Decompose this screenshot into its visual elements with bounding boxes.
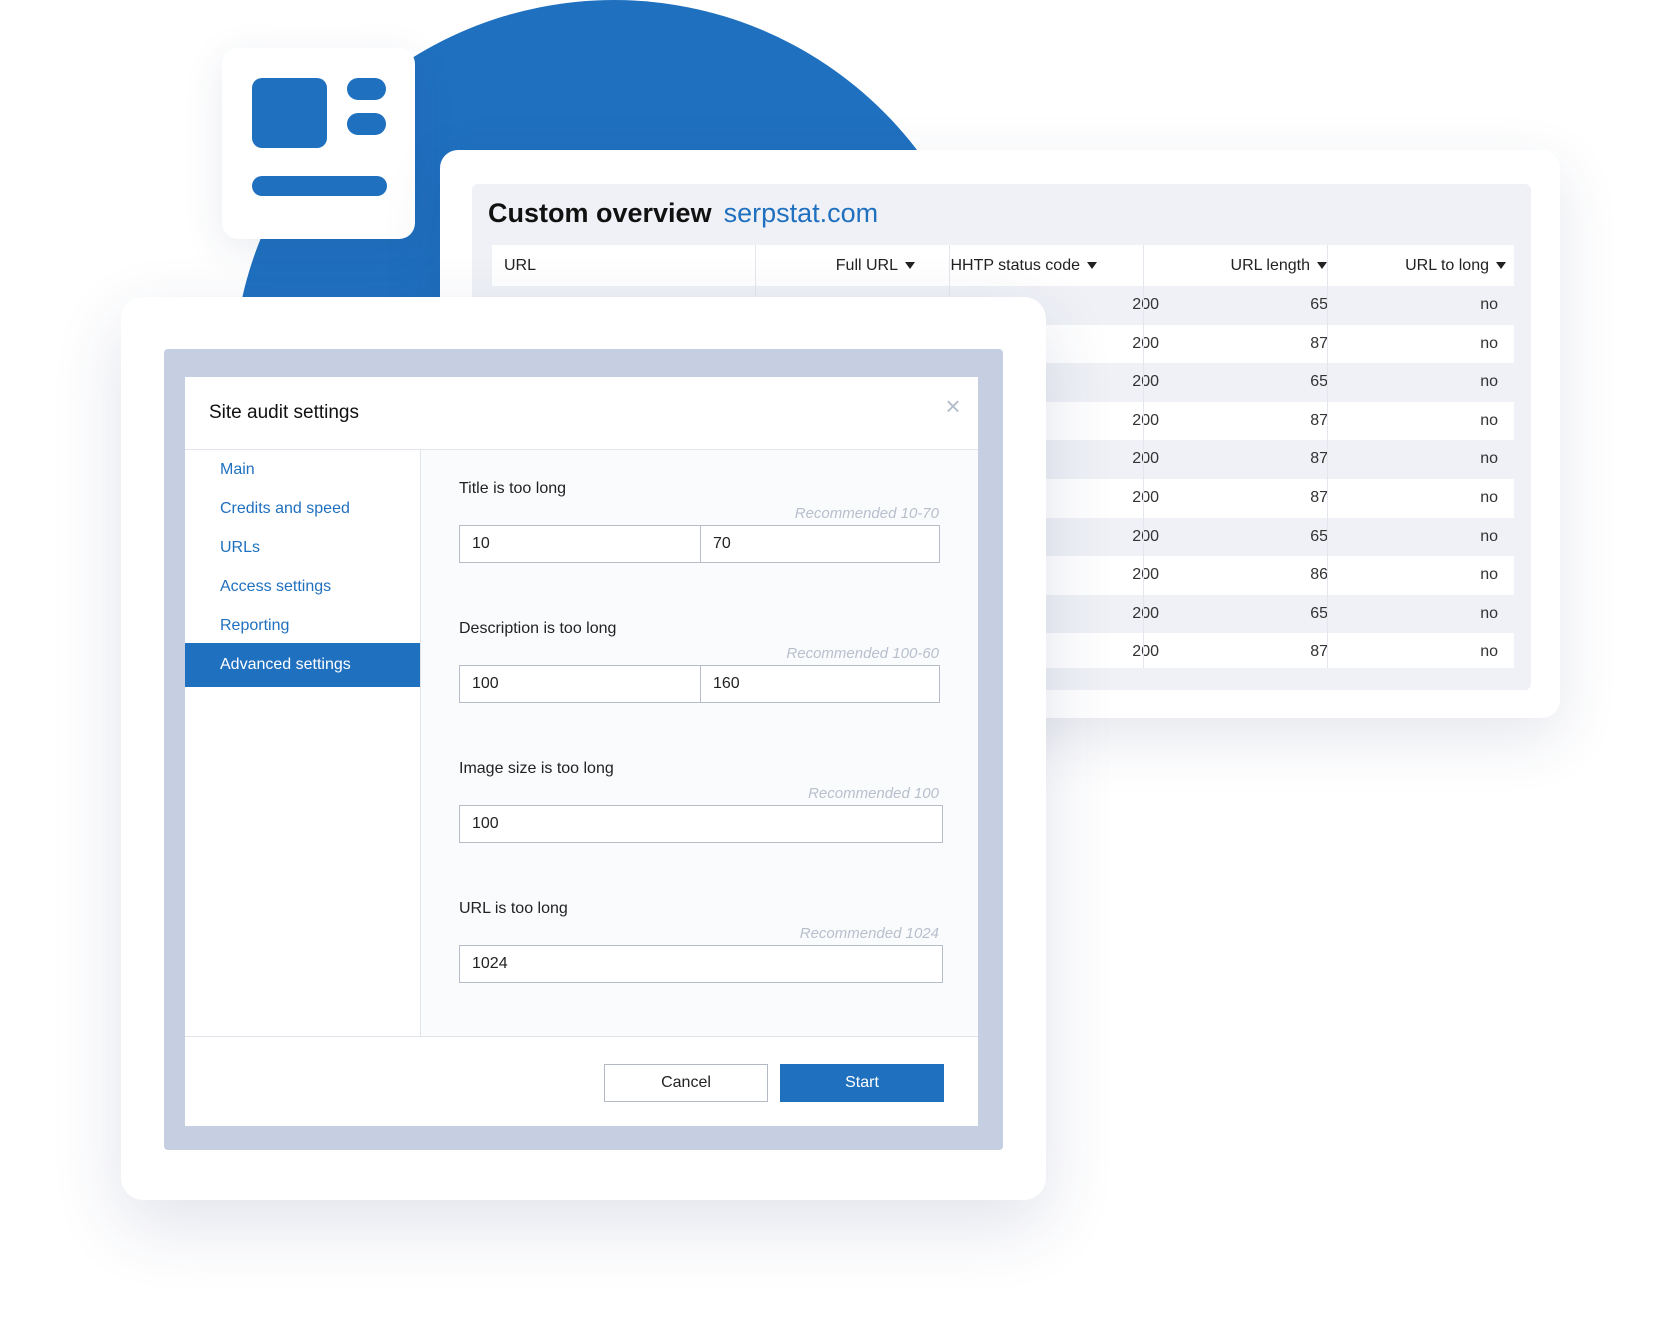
url-length-cell: 86 — [1310, 566, 1328, 584]
recommended-hint: Recommended 100-60 — [786, 645, 939, 662]
status-code-cell: 200 — [1132, 489, 1159, 506]
url-too-long-cell: no — [1480, 566, 1498, 584]
modal-title: Site audit settings — [209, 402, 359, 423]
sort-caret-icon[interactable] — [1496, 262, 1506, 270]
overview-layout-icon — [222, 48, 415, 239]
url-too-long-cell: no — [1480, 450, 1498, 468]
sidebar-item-main[interactable]: Main — [185, 450, 420, 494]
field-label-image-size: Image size is too long — [459, 760, 614, 777]
column-header-label: Full URL — [835, 257, 898, 274]
url-length-cell: 87 — [1310, 450, 1328, 468]
status-code-cell: 200 — [1132, 296, 1159, 313]
close-icon[interactable]: × — [942, 393, 964, 419]
field-label-url: URL is too long — [459, 900, 568, 917]
column-header-label: HHTP status code — [950, 257, 1080, 274]
sidebar-item-credits-and-speed[interactable]: Credits and speed — [185, 489, 420, 533]
status-code-cell: 200 — [1132, 450, 1159, 468]
modal-backdrop: Site audit settings × Main Credits and s… — [164, 349, 1003, 1150]
url-length-cell: 65 — [1310, 604, 1328, 622]
column-header-url-length[interactable]: URL length — [1231, 245, 1327, 286]
url-length-cell: 87 — [1310, 489, 1328, 506]
layout-block-bar — [252, 176, 387, 196]
field-label-title: Title is too long — [459, 480, 567, 497]
sort-caret-icon[interactable] — [1087, 262, 1097, 270]
url-length-cell: 87 — [1310, 334, 1328, 352]
project-domain-link[interactable]: serpstat.com — [724, 198, 879, 228]
column-header-url-too-long[interactable]: URL to long — [1405, 245, 1506, 286]
sidebar-item-urls[interactable]: URLs — [185, 528, 420, 572]
status-code-cell: 200 — [1132, 527, 1159, 545]
status-code-cell: 200 — [1132, 604, 1159, 622]
url-too-long-cell: no — [1480, 296, 1498, 313]
status-code-cell: 200 — [1132, 566, 1159, 584]
url-too-long-cell: no — [1480, 604, 1498, 622]
url-too-long-cell: no — [1480, 373, 1498, 391]
field-label-description: Description is too long — [459, 620, 617, 637]
status-code-cell: 200 — [1132, 334, 1159, 352]
cancel-button[interactable]: Cancel — [604, 1064, 768, 1102]
recommended-hint: Recommended 1024 — [799, 925, 939, 942]
recommended-hint: Recommended 100 — [808, 785, 939, 802]
title-max-input[interactable] — [700, 525, 940, 563]
sidebar-item-access-settings[interactable]: Access settings — [185, 567, 420, 611]
sort-caret-icon[interactable] — [1317, 262, 1327, 270]
image-size-input[interactable] — [459, 805, 943, 843]
url-length-cell: 87 — [1310, 643, 1328, 661]
overview-title: Custom overview — [488, 198, 712, 228]
column-header-label: URL length — [1230, 257, 1310, 274]
url-too-long-cell: no — [1480, 527, 1498, 545]
layout-block-pill — [347, 78, 386, 100]
advanced-settings-form: Title is too long Recommended 10-70 Desc… — [421, 450, 978, 1036]
url-length-cell: 65 — [1310, 373, 1328, 391]
column-header-full-url[interactable]: Full URL — [836, 245, 915, 286]
url-length-cell: 65 — [1310, 527, 1328, 545]
column-header-label: URL to long — [1405, 257, 1489, 274]
status-code-cell: 200 — [1132, 643, 1159, 661]
site-audit-card: Site audit settings × Main Credits and s… — [121, 297, 1046, 1200]
url-too-long-cell: no — [1480, 643, 1498, 661]
status-code-cell: 200 — [1132, 373, 1159, 391]
column-divider — [1143, 245, 1144, 668]
recommended-hint: Recommended 10-70 — [794, 505, 939, 522]
url-too-long-cell: no — [1480, 334, 1498, 352]
start-button[interactable]: Start — [780, 1064, 944, 1102]
sidebar-item-advanced-settings[interactable]: Advanced settings — [185, 643, 420, 687]
url-length-cell: 65 — [1310, 296, 1328, 313]
layout-block-square — [252, 78, 327, 148]
status-code-cell: 200 — [1132, 411, 1159, 429]
modal-footer: Cancel Start — [185, 1036, 978, 1126]
description-min-input[interactable] — [459, 665, 701, 703]
url-length-input[interactable] — [459, 945, 943, 983]
table-header: URL Full URL HHTP status code URL length… — [492, 245, 1514, 287]
modal-header: Site audit settings × — [185, 377, 978, 450]
url-too-long-cell: no — [1480, 489, 1498, 506]
description-max-input[interactable] — [700, 665, 940, 703]
sort-caret-icon[interactable] — [905, 262, 915, 270]
page-title: Custom overview serpstat.com — [488, 198, 878, 229]
layout-block-pill — [347, 113, 386, 135]
column-header-url[interactable]: URL — [504, 245, 536, 286]
title-min-input[interactable] — [459, 525, 701, 563]
column-divider — [1327, 245, 1328, 668]
site-audit-settings-modal: Site audit settings × Main Credits and s… — [185, 377, 978, 1126]
settings-sidebar: Main Credits and speed URLs Access setti… — [185, 450, 421, 1036]
column-header-status-code[interactable]: HHTP status code — [950, 245, 1097, 286]
url-length-cell: 87 — [1310, 411, 1328, 429]
url-too-long-cell: no — [1480, 411, 1498, 429]
